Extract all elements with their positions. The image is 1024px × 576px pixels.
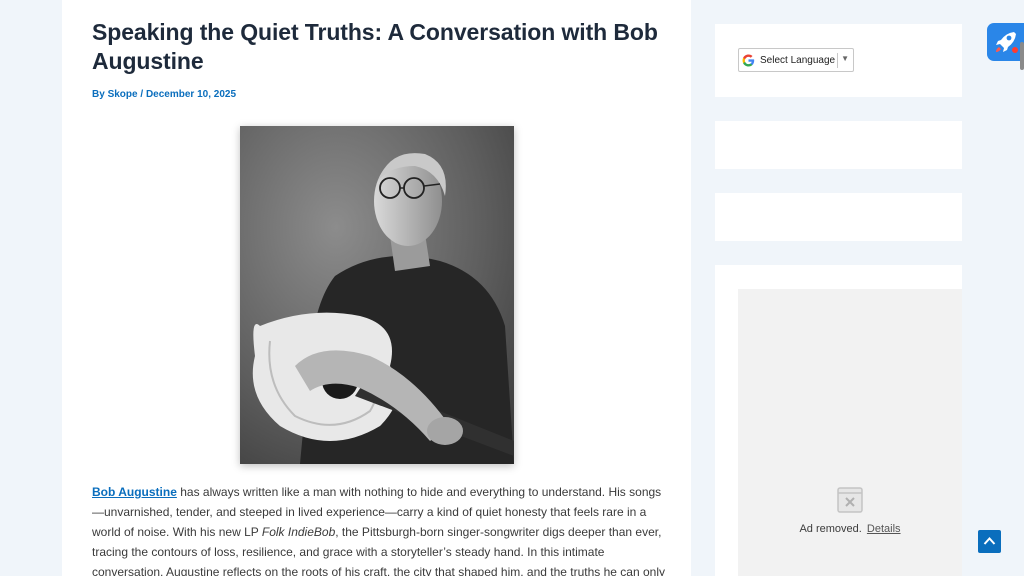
language-select[interactable]: Select Language ▼: [738, 48, 854, 72]
featured-photo: [240, 126, 514, 464]
rocket-icon: [996, 32, 1018, 53]
post-meta: By Skope / December 10, 2025: [92, 89, 236, 100]
meta-separator: /: [140, 89, 144, 100]
post-date: December 10, 2025: [145, 89, 237, 100]
ad-widget: Ad removed. Details: [715, 265, 962, 576]
ad-removed-icon: [837, 487, 863, 513]
language-select-label: Select Language: [760, 54, 836, 66]
article-title: Speaking the Quiet Truths: A Conversatio…: [92, 19, 658, 74]
rocket-launcher-button[interactable]: [987, 23, 1024, 61]
artist-portrait-image: [240, 126, 514, 464]
ad-removed-text: Ad removed.: [799, 523, 862, 535]
album-title: Folk IndieBob: [261, 525, 336, 539]
scroll-to-top-button[interactable]: [978, 530, 1001, 553]
select-divider: [837, 53, 838, 68]
ad-details-link[interactable]: Details: [867, 523, 901, 535]
ad-removed-message: Ad removed. Details: [738, 523, 962, 535]
google-g-icon: [742, 54, 755, 66]
language-widget: Select Language ▼: [715, 24, 962, 97]
article-body-paragraph: Bob Augustine has always written like a …: [92, 482, 667, 576]
chevron-down-icon: ▼: [841, 54, 849, 63]
scrollbar-thumb[interactable]: [1020, 42, 1024, 70]
sidebar-widget-empty-1: [715, 121, 962, 169]
article-card: Speaking the Quiet Truths: A Conversatio…: [62, 0, 691, 576]
meta-by-label: By: [92, 89, 105, 100]
sidebar-widget-empty-2: [715, 193, 962, 241]
artist-name-link[interactable]: Bob Augustine: [92, 485, 177, 499]
author-link[interactable]: Skope: [108, 89, 138, 100]
ad-placeholder: Ad removed. Details: [738, 289, 962, 576]
page: Speaking the Quiet Truths: A Conversatio…: [0, 0, 1024, 576]
chevron-up-icon: [983, 537, 996, 545]
